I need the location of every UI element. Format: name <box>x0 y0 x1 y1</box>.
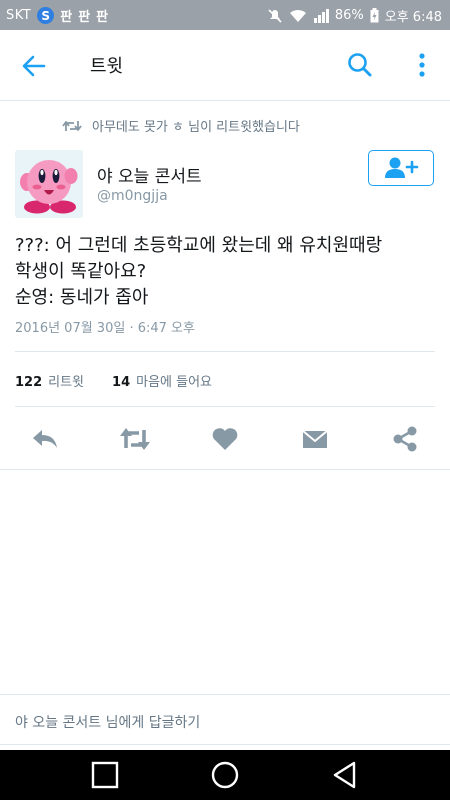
tweet-line: 학생이 똑같아요? <box>15 261 147 282</box>
author-name[interactable]: 야 오늘 콘서트 <box>97 162 202 187</box>
share-icon[interactable] <box>390 424 420 454</box>
status-bar: SKT S 판 판 판 86% 오후 6:48 <box>0 0 450 30</box>
avatar-image <box>15 150 83 218</box>
likes-label[interactable]: 마음에 들어요 <box>136 371 212 390</box>
reply-icon[interactable] <box>30 424 60 454</box>
page-title: 트윗 <box>90 56 124 77</box>
home-icon[interactable] <box>210 760 240 790</box>
battery-icon <box>370 8 379 23</box>
arrow-left-icon[interactable] <box>20 52 48 80</box>
divider <box>15 351 435 352</box>
navigation-bar <box>0 750 450 800</box>
app-notification-icon: 판 <box>96 10 109 25</box>
battery-percent: 86% <box>334 8 364 23</box>
app-notification-icon: 판 <box>60 10 73 25</box>
divider <box>0 744 450 745</box>
action-bar <box>0 418 450 458</box>
author-handle[interactable]: @m0ngjja <box>97 188 168 204</box>
status-right: 86% 오후 6:48 <box>267 6 442 25</box>
signal-icon <box>313 8 329 23</box>
divider <box>15 406 435 407</box>
retweet-context-text[interactable]: 아무데도 못가 ㅎ 님이 리트윗했습니다 <box>92 116 300 135</box>
reply-bar: 야 오늘 콘서트 님에게 답글하기 <box>0 694 450 745</box>
likes-count[interactable]: 14 <box>112 375 130 390</box>
clock: 오후 6:48 <box>384 10 442 25</box>
wifi-icon <box>289 9 306 22</box>
carrier-label: SKT <box>6 8 32 23</box>
tweet-text: ???: 어 그런데 초등학교에 왔는데 왜 유치원때랑 학생이 똑같아요? 순… <box>15 233 435 311</box>
recents-icon[interactable] <box>90 760 120 790</box>
follow-button[interactable] <box>368 150 434 186</box>
status-left: SKT S 판 판 판 <box>6 6 108 25</box>
add-user-icon <box>385 157 419 178</box>
avatar[interactable] <box>15 150 83 218</box>
tweet-line: 순영: 동네가 좁아 <box>15 287 149 308</box>
retweet-context: 아무데도 못가 ㅎ 님이 리트윗했습니다 <box>62 116 300 135</box>
search-icon[interactable] <box>345 50 375 80</box>
tweet-stats: 122 리트윗 14 마음에 들어요 <box>15 371 212 390</box>
divider <box>0 469 450 470</box>
envelope-icon[interactable] <box>300 424 330 454</box>
heart-icon[interactable] <box>210 424 240 454</box>
retweet-icon <box>62 120 82 131</box>
mute-icon <box>268 8 282 23</box>
retweets-count[interactable]: 122 <box>15 375 42 390</box>
retweets-label[interactable]: 리트윗 <box>48 371 84 390</box>
tweet-line: ???: 어 그런데 초등학교에 왔는데 왜 유치원때랑 <box>15 235 383 256</box>
more-vertical-icon[interactable] <box>412 50 432 80</box>
back-nav-icon[interactable] <box>330 760 360 790</box>
tweet-timestamp: 2016년 07월 30일 · 6:47 오후 <box>15 321 195 336</box>
app-bar: 트윗 <box>0 30 450 101</box>
app-notification-icon: 판 <box>78 10 91 25</box>
notification-badge-icon: S <box>37 7 55 24</box>
retweet-icon[interactable] <box>118 424 152 454</box>
reply-input[interactable]: 야 오늘 콘서트 님에게 답글하기 <box>15 712 200 732</box>
